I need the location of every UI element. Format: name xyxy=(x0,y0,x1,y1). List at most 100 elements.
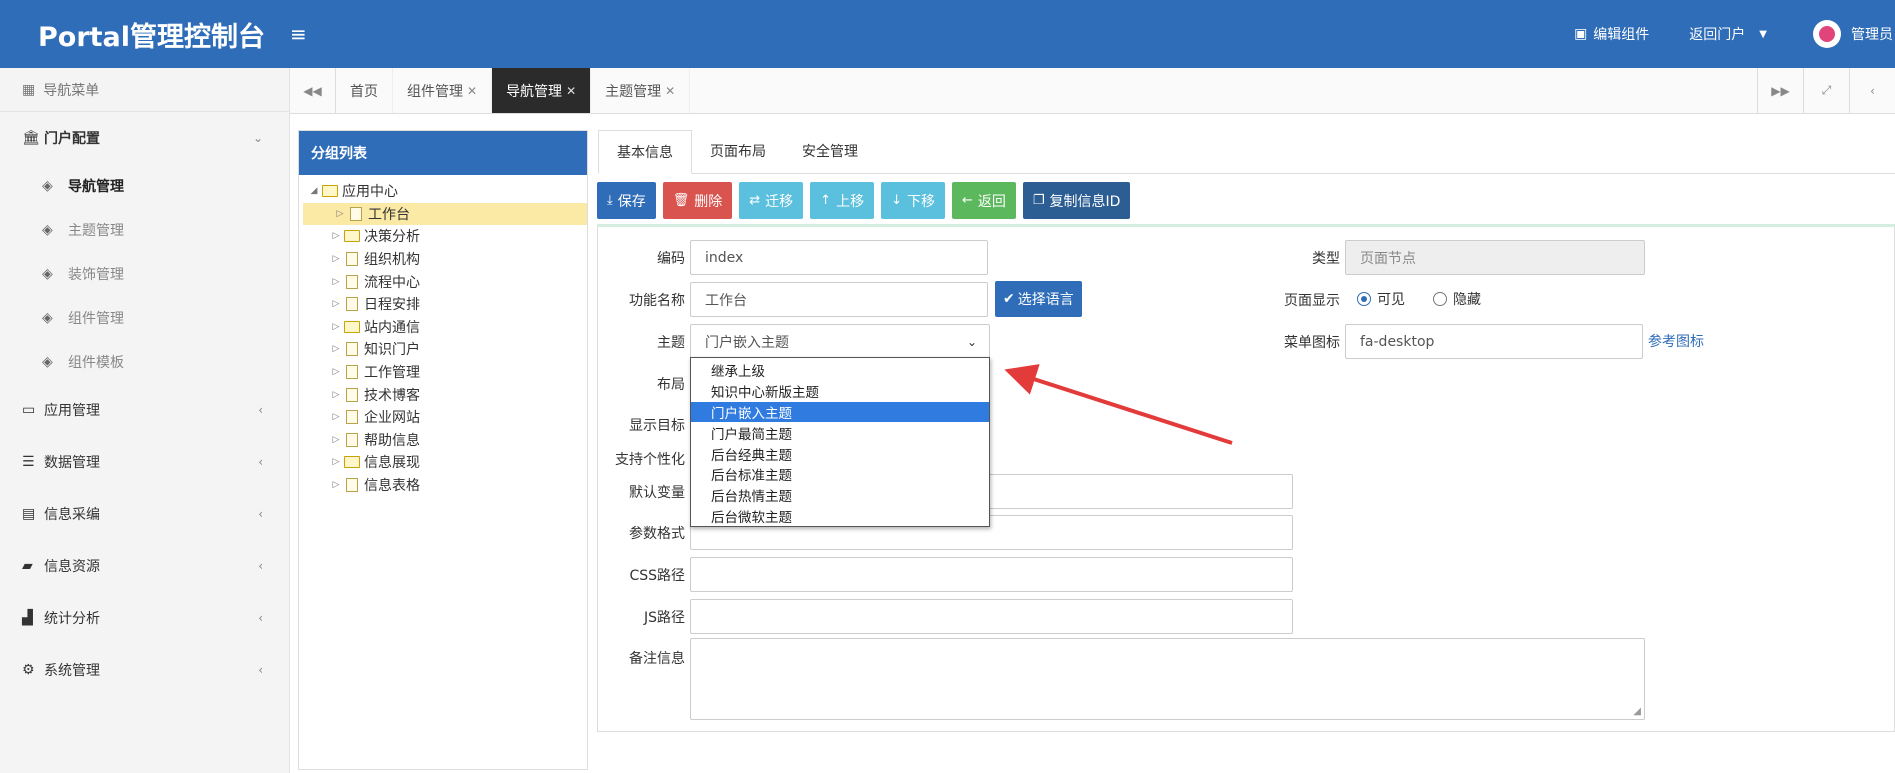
tree-toggle-icon[interactable]: ◢ xyxy=(307,186,321,196)
theme-option[interactable]: 后台热情主题 xyxy=(691,485,989,506)
select-language-button[interactable]: ✔ 选择语言 xyxy=(995,281,1082,317)
sidebar-item-widget-template[interactable]: ◈ 组件模板 xyxy=(0,340,289,384)
sidebar-group-stats[interactable]: ▟ 统计分析 ‹ xyxy=(0,592,289,644)
close-icon[interactable]: ✕ xyxy=(467,84,477,98)
sidebar-group-info-resource[interactable]: ▰ 信息资源 ‹ xyxy=(0,540,289,592)
css-path-input[interactable] xyxy=(690,557,1293,592)
tree-expand-icon[interactable]: ▷ xyxy=(329,344,343,354)
sidebar-group-info-edit[interactable]: ▤ 信息采编 ‹ xyxy=(0,488,289,540)
tree-expand-icon[interactable]: ▷ xyxy=(329,299,343,309)
tab-options-icon[interactable]: ‹ xyxy=(1849,68,1895,113)
tab-home[interactable]: 首页 xyxy=(336,68,393,113)
tree-node[interactable]: ▷ 信息表格 xyxy=(299,474,587,497)
chevron-left-icon: ‹ xyxy=(258,663,263,677)
move-up-button[interactable]: ↑ 上移 xyxy=(810,182,875,219)
theme-option[interactable]: 后台微软主题 xyxy=(691,506,989,527)
menu-icon-input[interactable]: fa-desktop xyxy=(1345,324,1643,359)
tree-expand-icon[interactable]: ▷ xyxy=(329,435,343,445)
sidebar-group-data-manage[interactable]: ☰ 数据管理 ‹ xyxy=(0,436,289,488)
tab-security[interactable]: 安全管理 xyxy=(784,129,876,173)
tree-expand-icon[interactable]: ▷ xyxy=(329,480,343,490)
tree-expand-icon[interactable]: ▷ xyxy=(329,367,343,377)
hidden-radio[interactable]: 隐藏 xyxy=(1433,289,1481,309)
sidebar-item-nav-manage[interactable]: ◈ 导航管理 xyxy=(0,164,289,208)
save-button[interactable]: ⤓ 保存 xyxy=(597,182,656,219)
tree-expand-icon[interactable]: ▷ xyxy=(329,390,343,400)
tree-node[interactable]: ▷ 日程安排 xyxy=(299,293,587,316)
layout-label: 布局 xyxy=(657,377,685,393)
sidebar: ▦ 导航菜单 🏛 门户配置 ⌄ ◈ 导航管理 ◈ 主题管理 ◈ 装饰管理 ◈ 组… xyxy=(0,68,290,773)
tree-node[interactable]: ▷ 站内通信 xyxy=(299,316,587,339)
fullscreen-icon[interactable]: ⤢ xyxy=(1803,68,1849,113)
tree-node[interactable]: ▷ 知识门户 xyxy=(299,338,587,361)
tree-node[interactable]: ▷ 信息展现 xyxy=(299,451,587,474)
tree-expand-icon[interactable]: ▷ xyxy=(329,457,343,467)
hamburger-icon[interactable]: ≡ xyxy=(290,22,330,46)
edit-widget-label: 编辑组件 xyxy=(1593,27,1650,43)
page-icon xyxy=(347,206,365,221)
tree-node[interactable]: ▷ 技术博客 xyxy=(299,383,587,406)
tree-node-label: 组织机构 xyxy=(364,252,420,269)
delete-button[interactable]: 🗑 删除 xyxy=(662,182,733,219)
tree-expand-icon[interactable]: ▷ xyxy=(329,231,343,241)
move-button[interactable]: ⇄ 迁移 xyxy=(739,182,804,219)
tree-expand-icon[interactable]: ▷ xyxy=(333,209,347,219)
visible-radio[interactable]: 可见 xyxy=(1357,289,1405,309)
book-icon: ▰ xyxy=(22,558,33,574)
name-input[interactable]: 工作台 xyxy=(690,282,988,317)
user-name: 管理员 xyxy=(1851,27,1893,43)
tree-expand-icon[interactable]: ▷ xyxy=(329,322,343,332)
tree-node[interactable]: ▷ 组织机构 xyxy=(299,248,587,271)
sidebar-group-app-manage[interactable]: ▭ 应用管理 ‹ xyxy=(0,384,289,436)
theme-option[interactable]: 后台经典主题 xyxy=(691,443,989,464)
js-path-input[interactable] xyxy=(690,599,1293,634)
code-input[interactable]: index xyxy=(690,240,988,275)
close-icon[interactable]: ✕ xyxy=(566,84,576,98)
theme-option[interactable]: 继承上级 xyxy=(691,360,989,381)
tree-expand-icon[interactable]: ▷ xyxy=(329,412,343,422)
tree-node-root[interactable]: ◢ 应用中心 xyxy=(299,180,587,203)
close-icon[interactable]: ✕ xyxy=(665,84,675,98)
tab-basic-info[interactable]: 基本信息 xyxy=(598,130,692,174)
sidebar-item-widget-manage[interactable]: ◈ 组件管理 xyxy=(0,296,289,340)
copy-id-button[interactable]: ❐ 复制信息ID xyxy=(1022,182,1131,219)
tree-node[interactable]: ▷ 决策分析 xyxy=(299,225,587,248)
move-label: 迁移 xyxy=(765,193,794,210)
tab-theme-manage[interactable]: 主题管理 ✕ xyxy=(591,68,691,113)
group-list-panel: 分组列表 ◢ 应用中心 ▷ 工作台 ▷ 决策分析 ▷ 组织机构 ▷ 流程中心 ▷ 日程安排 ▷ 站内通… xyxy=(298,130,588,770)
tabs-scroll-left-icon[interactable]: ◀◀ xyxy=(290,68,336,113)
edit-widget-button[interactable]: ▣ 编辑组件 xyxy=(1574,24,1649,44)
sidebar-group-system[interactable]: ⚙ 系统管理 ‹ xyxy=(0,644,289,696)
tree-node-label: 帮助信息 xyxy=(364,432,420,449)
sidebar-group-portal-config[interactable]: 🏛 门户配置 ⌄ xyxy=(0,112,289,164)
tab-page-layout[interactable]: 页面布局 xyxy=(692,129,784,173)
tab-widget-manage[interactable]: 组件管理 ✕ xyxy=(393,68,493,113)
tree-node[interactable]: ▷ 流程中心 xyxy=(299,270,587,293)
theme-option[interactable]: 门户嵌入主题 xyxy=(691,401,989,423)
user-menu[interactable]: 管理员 xyxy=(1813,20,1893,48)
sidebar-item-decor-manage[interactable]: ◈ 装饰管理 xyxy=(0,252,289,296)
tree-node[interactable]: ▷ 工作台 xyxy=(303,202,587,226)
tree-node[interactable]: ▷ 企业网站 xyxy=(299,406,587,429)
sidebar-group-label: 数据管理 xyxy=(44,455,100,471)
back-button[interactable]: ← 返回 xyxy=(951,182,1016,219)
type-label: 类型 xyxy=(1312,251,1340,267)
theme-select[interactable]: 门户嵌入主题 ⌄ xyxy=(690,324,990,359)
tree-node[interactable]: ▷ 帮助信息 xyxy=(299,429,587,452)
page-icon xyxy=(343,365,361,380)
theme-option[interactable]: 后台标准主题 xyxy=(691,464,989,485)
delete-label: 删除 xyxy=(694,193,723,210)
resize-grip-icon[interactable]: ◢ xyxy=(1633,706,1641,717)
move-down-button[interactable]: ↓ 下移 xyxy=(881,182,945,219)
tab-nav-manage[interactable]: 导航管理 ✕ xyxy=(492,68,592,113)
back-portal-dropdown[interactable]: 返回门户 ▼ xyxy=(1689,24,1773,44)
remark-textarea[interactable]: ◢ xyxy=(690,638,1645,720)
reference-icon-link[interactable]: 参考图标 xyxy=(1648,331,1704,351)
tree-expand-icon[interactable]: ▷ xyxy=(329,254,343,264)
tabs-scroll-right-icon[interactable]: ▶▶ xyxy=(1757,68,1803,113)
tree-expand-icon[interactable]: ▷ xyxy=(329,277,343,287)
tree-node[interactable]: ▷ 工作管理 xyxy=(299,361,587,384)
theme-option[interactable]: 门户最简主题 xyxy=(691,422,989,443)
sidebar-item-theme-manage[interactable]: ◈ 主题管理 xyxy=(0,208,289,252)
theme-option[interactable]: 知识中心新版主题 xyxy=(691,381,989,402)
